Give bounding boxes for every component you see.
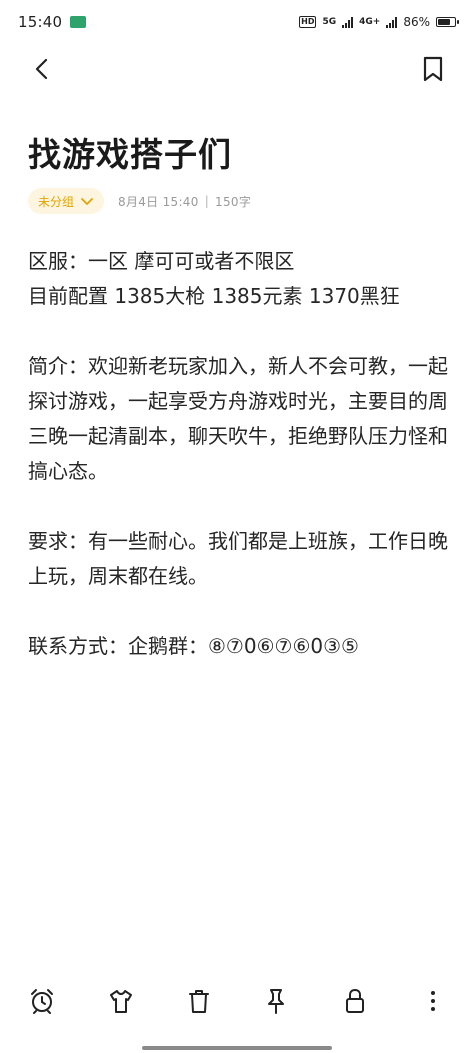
alarm-icon — [31, 989, 53, 1014]
pin-button[interactable] — [261, 986, 291, 1016]
battery-icon — [436, 17, 459, 27]
lock-icon — [346, 988, 364, 1013]
battery-percent: 86% — [403, 15, 430, 29]
status-right: HD 5G 4G+ 86% — [299, 15, 459, 29]
battery-level — [438, 19, 451, 25]
bookmark-icon — [423, 56, 443, 82]
lock-button[interactable] — [340, 986, 370, 1016]
note-date: 8月4日 15:40 — [118, 194, 199, 209]
pin-icon — [268, 989, 284, 1014]
app-notification-icon — [70, 16, 87, 28]
signal-bars-icon — [386, 16, 398, 28]
category-dropdown[interactable]: 未分组 — [28, 188, 105, 214]
bottom-toolbar — [0, 983, 474, 1023]
status-time: 15:40 — [18, 13, 63, 31]
alarm-button[interactable] — [27, 986, 57, 1016]
bookmark-button[interactable] — [418, 54, 448, 84]
note-meta: 未分组 8月4日 15:40 | 150字 — [28, 188, 251, 214]
more-button[interactable] — [418, 986, 448, 1016]
tshirt-icon — [110, 990, 132, 1013]
back-button[interactable] — [28, 54, 58, 84]
note-title[interactable]: 找游戏搭子们 — [28, 128, 232, 176]
trash-icon — [189, 990, 209, 1013]
network-4g-label: 4G+ — [359, 17, 381, 27]
network-5g-label: 5G — [322, 17, 337, 27]
note-body[interactable]: 区服：一区 摩可可或者不限区 目前配置 1385大枪 1385元素 1370黑狂… — [28, 244, 448, 664]
delete-button[interactable] — [184, 986, 214, 1016]
top-nav — [0, 44, 474, 96]
meta-separator: | — [204, 194, 210, 208]
home-indicator[interactable] — [142, 1046, 332, 1050]
signal-bars-icon — [342, 16, 354, 28]
status-bar: 15:40 HD 5G 4G+ 86% — [0, 0, 474, 44]
category-label: 未分组 — [38, 194, 75, 209]
more-vertical-icon — [431, 991, 435, 1011]
note-screen: 15:40 HD 5G 4G+ 86% 找游戏搭子们 未分组 8月4日 15:4… — [0, 0, 474, 1053]
word-count: 150字 — [215, 194, 252, 209]
note-paragraph: 简介：欢迎新老玩家加入，新人不会可教，一起探讨游戏，一起享受方舟游戏时光，主要目… — [28, 354, 448, 483]
hd-badge: HD — [299, 16, 317, 28]
note-paragraph: 联系方式：企鹅群：⑧⑦0⑥⑦⑥0③⑤ — [28, 634, 359, 658]
note-paragraph: 要求：有一些耐心。我们都是上班族，工作日晚上玩，周末都在线。 — [28, 529, 448, 588]
note-paragraph: 区服：一区 摩可可或者不限区 目前配置 1385大枪 1385元素 1370黑狂 — [28, 249, 400, 308]
chevron-left-icon — [35, 58, 48, 80]
chevron-down-icon — [81, 198, 93, 205]
status-left: 15:40 — [18, 13, 87, 31]
skin-button[interactable] — [106, 986, 136, 1016]
